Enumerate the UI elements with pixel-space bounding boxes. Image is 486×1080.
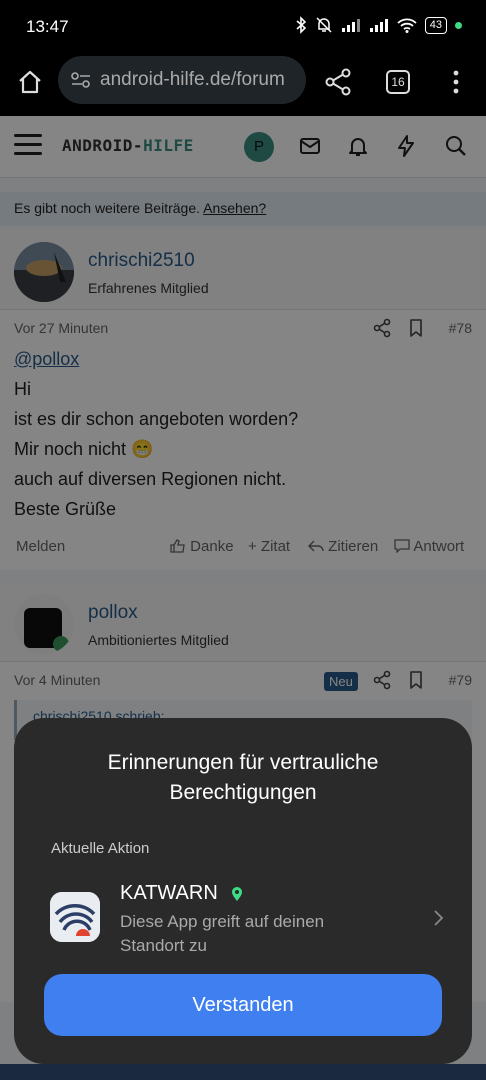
url-text: android-hilfe.de/forum — [100, 69, 285, 90]
privacy-indicator-icon — [455, 21, 462, 29]
mute-bell-icon — [316, 17, 332, 33]
app-description: Diese App greift auf deinen Standort zu — [120, 912, 325, 955]
site-settings-icon[interactable] — [70, 71, 92, 89]
battery-icon: 43 — [424, 16, 447, 34]
browser-toolbar: android-hilfe.de/forum 16 — [0, 56, 486, 116]
more-menu-icon[interactable] — [444, 66, 468, 98]
permission-reminder-dialog: Erinnerungen für vertrauliche Berechtigu… — [14, 718, 472, 1064]
chevron-right-icon — [434, 910, 444, 926]
status-bar: 13:47 43 — [0, 0, 486, 56]
bluetooth-icon — [296, 16, 306, 34]
signal-icon-2 — [369, 19, 388, 32]
dialog-title: Erinnerungen für vertrauliche Berechtigu… — [107, 751, 379, 804]
tab-switcher-button[interactable]: 16 — [386, 70, 410, 94]
location-pin-icon — [232, 887, 242, 901]
confirm-button[interactable]: Verstanden — [44, 974, 442, 1036]
status-icons: 43 — [295, 16, 462, 34]
share-icon[interactable] — [322, 66, 354, 98]
app-name: KATWARN — [120, 882, 218, 904]
dialog-subtitle: Aktuelle Aktion — [51, 840, 150, 857]
katwarn-app-icon — [50, 892, 100, 942]
status-time: 13:47 — [26, 17, 69, 36]
signal-icon — [341, 19, 360, 32]
page-bottom-strip — [0, 1064, 486, 1080]
address-bar[interactable]: android-hilfe.de/forum — [58, 56, 306, 104]
app-permission-row[interactable]: KATWARN Diese App greift auf deinen Stan… — [34, 874, 452, 960]
home-icon[interactable] — [14, 66, 46, 98]
wifi-icon — [397, 18, 417, 33]
